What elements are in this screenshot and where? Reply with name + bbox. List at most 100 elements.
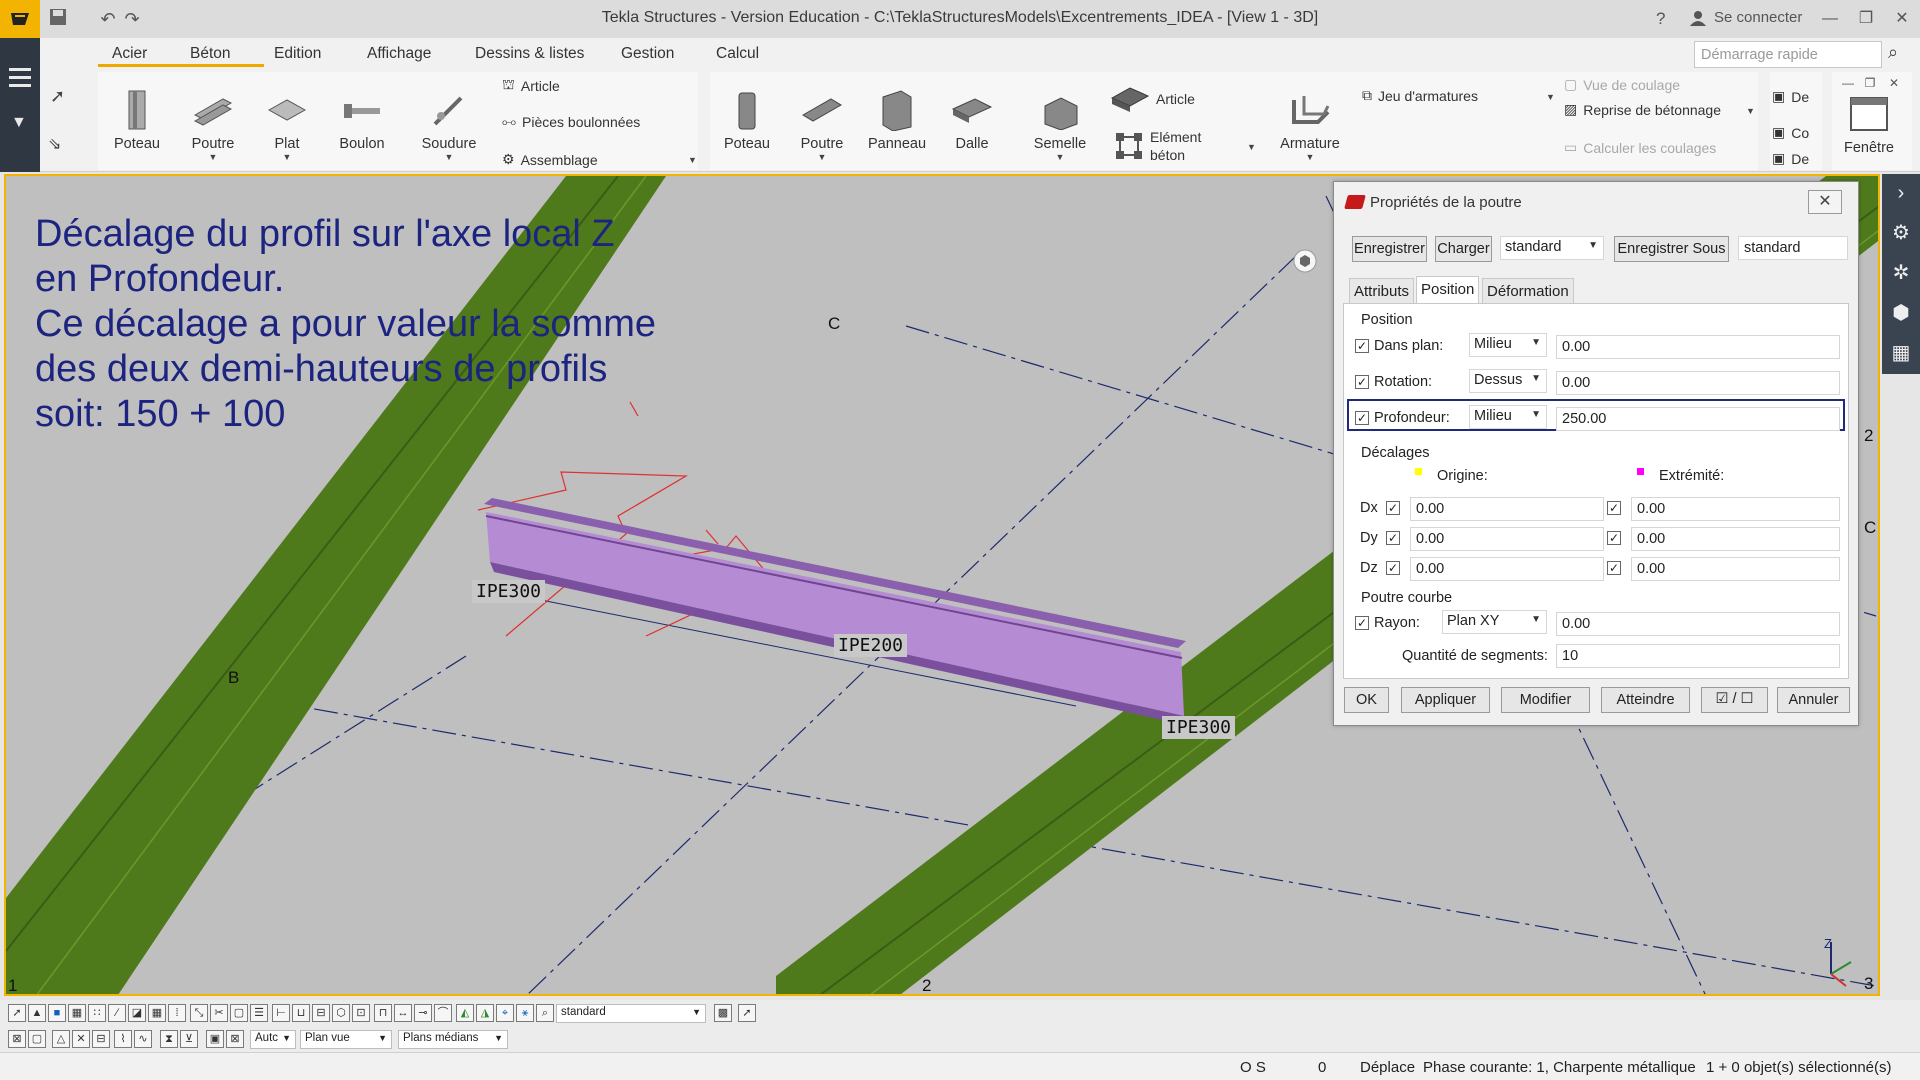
jeu-armatures-button[interactable]: ⧉ Jeu d'armatures — [1362, 87, 1478, 104]
tab-attributs[interactable]: Attributs — [1349, 278, 1415, 304]
acier-group-dropdown-icon[interactable]: ▼ — [688, 155, 697, 165]
view-filter-select[interactable]: standard ▼ — [556, 1004, 706, 1023]
select-surface-icon[interactable]: ▦ — [68, 1004, 86, 1022]
dx-origin-checkbox[interactable]: ✓ — [1386, 501, 1400, 515]
chevron-down-icon[interactable]: ▼ — [11, 114, 27, 132]
snap-point-icon[interactable]: ◮ — [476, 1004, 494, 1022]
preset-select[interactable]: standard ▼ — [1500, 236, 1604, 260]
snap-perpendicular-icon[interactable]: ⌖ — [496, 1004, 514, 1022]
dans-plan-select[interactable]: Milieu ▼ — [1469, 333, 1547, 357]
properties-icon[interactable]: ⚙ — [1882, 214, 1920, 252]
dy-end-checkbox[interactable]: ✓ — [1607, 531, 1621, 545]
acier-boulon-button[interactable]: Boulon — [327, 88, 397, 152]
snap-triangle-icon[interactable]: △ — [52, 1030, 70, 1048]
app-menu-button[interactable] — [0, 0, 40, 38]
quick-search-input[interactable]: Démarrage rapide — [1694, 41, 1882, 68]
plane-select[interactable]: Plan vue ▼ — [300, 1030, 392, 1049]
restore-button[interactable]: ❐ — [1852, 6, 1880, 32]
reach-button[interactable]: Atteindre — [1601, 687, 1690, 713]
armature-button[interactable]: Armature ▼ — [1275, 88, 1345, 162]
jeu-armatures-dropdown-icon[interactable]: ▼ — [1546, 92, 1555, 102]
partial-button-2[interactable]: ▣ Co — [1772, 124, 1809, 141]
save-as-button[interactable]: Enregistrer Sous — [1614, 236, 1729, 262]
fenetre-button[interactable]: Fenêtre — [1834, 92, 1904, 156]
save-icon[interactable] — [46, 8, 70, 30]
snap-extension-icon[interactable]: ⚹ — [516, 1004, 534, 1022]
rayon-select[interactable]: Plan XY ▼ — [1442, 610, 1547, 634]
snap-tool-icon[interactable]: ⇘ — [48, 134, 61, 154]
cancel-button[interactable]: Annuler — [1777, 687, 1850, 713]
search-icon[interactable]: ⌕ — [1888, 42, 1898, 63]
tab-acier[interactable]: Acier — [112, 45, 147, 63]
dz-origin-field[interactable]: 0.00 — [1410, 557, 1604, 581]
select-reference-icon[interactable]: ⤡ — [190, 1004, 208, 1022]
dans-plan-checkbox[interactable]: ✓ — [1355, 339, 1369, 353]
dz-end-field[interactable]: 0.00 — [1631, 557, 1840, 581]
tab-gestion[interactable]: Gestion — [621, 45, 674, 63]
tab-affichage[interactable]: Affichage — [367, 45, 431, 63]
rayon-field[interactable]: 0.00 — [1556, 612, 1840, 636]
undo-icon[interactable]: ↶ — [96, 8, 120, 30]
acier-poteau-button[interactable]: Poteau — [102, 88, 172, 152]
toggle-all-button[interactable]: ☑ / ☐ — [1701, 687, 1768, 713]
element-beton-dropdown-icon[interactable]: ▼ — [1247, 142, 1256, 152]
hamburger-icon[interactable] — [0, 68, 40, 98]
select-pour-icon[interactable]: ⊔ — [292, 1004, 310, 1022]
modify-button[interactable]: Modifier — [1501, 687, 1590, 713]
apps-icon[interactable]: ▦ — [1882, 334, 1920, 372]
dx-end-checkbox[interactable]: ✓ — [1607, 501, 1621, 515]
snap-wave-icon[interactable]: ∿ — [134, 1030, 152, 1048]
load-button[interactable]: Charger — [1435, 236, 1492, 262]
acier-poutre-button[interactable]: Poutre ▼ — [178, 88, 248, 162]
auto-select[interactable]: Autc ▼ — [250, 1030, 296, 1049]
dans-plan-field[interactable]: 0.00 — [1556, 335, 1840, 359]
tab-deformation[interactable]: Déformation — [1482, 278, 1574, 304]
segments-field[interactable]: 10 — [1556, 644, 1840, 668]
close-button[interactable]: ✕ — [1888, 6, 1916, 32]
snap-x-icon[interactable]: ⌇ — [114, 1030, 132, 1048]
dy-origin-field[interactable]: 0.00 — [1410, 527, 1604, 551]
connect-button[interactable]: Se connecter — [1690, 9, 1802, 26]
select-tool-icon[interactable]: ➚ — [50, 86, 65, 107]
close-icon[interactable]: ✕ — [1808, 190, 1842, 214]
beton-poutre-button[interactable]: Poutre ▼ — [787, 88, 857, 162]
beton-semelle-button[interactable]: Semelle ▼ — [1025, 88, 1095, 162]
tab-position[interactable]: Position — [1416, 276, 1480, 304]
chevron-right-icon[interactable]: › — [1882, 174, 1920, 212]
select-all-icon[interactable]: ▲ — [28, 1004, 46, 1022]
apply-button[interactable]: Appliquer — [1401, 687, 1490, 713]
snap-mid-icon[interactable]: ↔ — [394, 1004, 412, 1022]
profondeur-field[interactable]: 250.00 — [1556, 407, 1840, 431]
vue-coulage-button[interactable]: ▢ Vue de coulage — [1564, 76, 1680, 93]
ok-button[interactable]: OK — [1344, 687, 1389, 713]
select-rebar-icon[interactable]: ⊢ — [272, 1004, 290, 1022]
snap-center-icon[interactable]: ▣ — [206, 1030, 224, 1048]
select-hatch-icon[interactable]: ⊡ — [352, 1004, 370, 1022]
dx-origin-field[interactable]: 0.00 — [1410, 497, 1604, 521]
select-gridline-icon[interactable]: ⁞ — [168, 1004, 186, 1022]
dz-end-checkbox[interactable]: ✓ — [1607, 561, 1621, 575]
reprise-betonnage-button[interactable]: ▨ Reprise de bétonnage — [1564, 101, 1721, 118]
redo-icon[interactable]: ↷ — [120, 8, 144, 30]
select-weld-icon[interactable]: ∕ — [108, 1004, 126, 1022]
beton-dalle-button[interactable]: Dalle — [937, 88, 1007, 152]
snap-end-icon[interactable]: ⊓ — [374, 1004, 392, 1022]
rotation-field[interactable]: 0.00 — [1556, 371, 1840, 395]
select-assembly-icon[interactable]: ▢ — [230, 1004, 248, 1022]
select-icon[interactable]: ➚ — [8, 1004, 26, 1022]
select-bolt-icon[interactable]: ∷ — [88, 1004, 106, 1022]
pieces-boulonnees-button[interactable]: ⧟ Pièces boulonnées — [502, 113, 640, 130]
tab-beton[interactable]: Béton — [190, 45, 231, 63]
calculer-coulages-button[interactable]: ▭ Calculer les coulages — [1564, 139, 1716, 156]
filter-settings-icon[interactable]: ▩ — [714, 1004, 732, 1022]
profondeur-checkbox[interactable]: ✓ — [1355, 411, 1369, 425]
select-layer-icon[interactable]: ⬡ — [332, 1004, 350, 1022]
select-grid-icon[interactable]: ▦ — [148, 1004, 166, 1022]
dz-origin-checkbox[interactable]: ✓ — [1386, 561, 1400, 575]
rotation-select[interactable]: Dessus ▼ — [1469, 369, 1547, 393]
cube-icon[interactable]: ⬢ — [1882, 294, 1920, 332]
select-plane-icon[interactable]: ⊟ — [312, 1004, 330, 1022]
save-button[interactable]: Enregistrer — [1352, 236, 1427, 262]
tab-dessins[interactable]: Dessins & listes — [475, 45, 584, 63]
dx-end-field[interactable]: 0.00 — [1631, 497, 1840, 521]
